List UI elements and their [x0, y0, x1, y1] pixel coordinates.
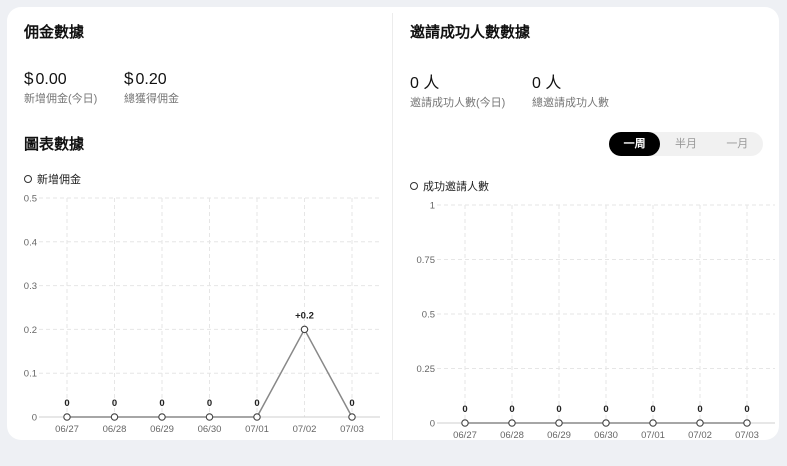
x-tick-label: 07/01: [245, 424, 269, 435]
x-tick-label: 07/03: [735, 430, 759, 440]
data-point: [253, 413, 261, 421]
x-tick-label: 06/27: [453, 430, 477, 440]
x-tick-label: 06/30: [594, 430, 618, 440]
y-tick-label: 0.75: [417, 255, 436, 266]
data-point: [555, 419, 563, 427]
data-point: [743, 419, 751, 427]
x-tick-label: 06/30: [198, 424, 222, 435]
data-label: 0: [349, 398, 354, 409]
x-tick-label: 06/28: [103, 424, 127, 435]
x-tick-label: 07/01: [641, 430, 665, 440]
data-point: [158, 413, 166, 421]
data-label: 0: [650, 404, 655, 415]
x-tick-label: 06/29: [150, 424, 174, 435]
y-tick-label: 0.5: [24, 194, 37, 205]
data-point: [205, 413, 214, 421]
data-label: 0: [112, 398, 117, 409]
y-tick-label: 0.25: [417, 364, 436, 375]
data-label: 0: [159, 398, 164, 409]
x-tick-label: 06/29: [547, 430, 571, 440]
data-label: 0: [462, 404, 467, 415]
data-label: 0: [556, 404, 561, 415]
data-label: 0: [207, 398, 212, 409]
y-tick-label: 0.2: [24, 325, 37, 336]
x-tick-label: 06/27: [55, 424, 79, 435]
data-point: [110, 413, 119, 421]
y-tick-label: 0.5: [422, 310, 435, 321]
data-point: [461, 419, 469, 427]
y-tick-label: 0: [32, 413, 37, 424]
data-point: [602, 419, 610, 427]
data-label: 0: [603, 404, 608, 415]
data-point: [696, 419, 704, 427]
y-tick-label: 1: [430, 201, 435, 212]
y-tick-label: 0: [430, 419, 435, 430]
x-tick-label: 07/02: [688, 430, 712, 440]
dashboard-card: 佣金數據 $0.00 新增佣金(今日) $0.20 總獲得佣金 圖表數據 新增佣…: [7, 7, 779, 440]
data-label: 0: [509, 404, 514, 415]
y-tick-label: 0.4: [24, 237, 37, 248]
data-point: [348, 413, 356, 421]
x-tick-label: 07/03: [340, 424, 364, 435]
data-label: 0: [254, 398, 259, 409]
data-label: 0: [697, 404, 702, 415]
data-point: [649, 419, 657, 427]
data-label: 0: [64, 398, 69, 409]
data-point: [300, 325, 309, 334]
data-label: +0.2: [295, 310, 314, 321]
x-tick-label: 07/02: [293, 424, 317, 435]
y-tick-label: 0.1: [24, 369, 37, 380]
data-point: [508, 419, 516, 427]
data-point: [63, 413, 71, 421]
y-tick-label: 0.3: [24, 281, 37, 292]
commission-line-chart: 0 0.1 0.2 0.3 0.4 0.5 06/27 06/28 06/29 06/30 07/0…: [24, 194, 380, 435]
data-label: 0: [744, 404, 749, 415]
x-tick-label: 06/28: [500, 430, 524, 440]
invites-line-chart: 0 0.25 0.5 0.75 1 06/27 06/28 06/29 06/30 07/01 07…: [417, 201, 775, 440]
